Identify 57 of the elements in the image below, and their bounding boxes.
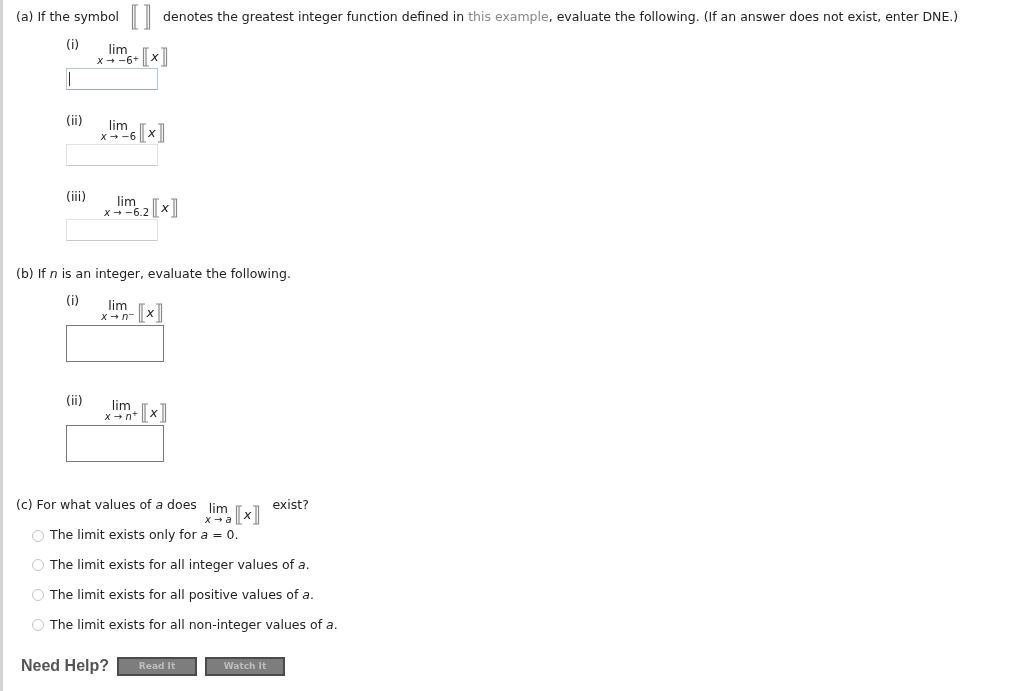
left-double-bracket-icon bbox=[141, 46, 150, 67]
answer-field[interactable] bbox=[66, 324, 164, 362]
limit-label: lim bbox=[108, 118, 128, 132]
right-double-bracket-icon bbox=[158, 402, 167, 423]
limit-subscript: x → −6.2 bbox=[104, 207, 150, 219]
question-text: denotes the greatest integer function defined in this example, evaluate the following. (If an answer does not exist, enter DNE.) bbox=[163, 7, 959, 26]
radio-button[interactable] bbox=[32, 618, 44, 631]
variable-x: x bbox=[146, 304, 155, 321]
limit-subscript: x → −6 bbox=[100, 132, 137, 143]
question-text: (c) For what values of a does bbox=[16, 495, 197, 514]
right-double-bracket-icon bbox=[155, 302, 164, 323]
option-text: The limit exists for all positive values of a. bbox=[50, 585, 314, 604]
right-double-bracket-icon bbox=[143, 4, 152, 30]
right-double-bracket-icon bbox=[159, 46, 168, 67]
variable-x: x bbox=[161, 200, 169, 217]
radio-button[interactable] bbox=[32, 529, 44, 542]
option-text: The limit exists for all non-integer values of a. bbox=[50, 615, 338, 634]
help-button[interactable]: Watch It bbox=[205, 656, 285, 676]
question-text: (b) If n is an integer, evaluate the following. bbox=[16, 265, 292, 284]
variable-x: x bbox=[150, 48, 159, 65]
item-label: (i) bbox=[66, 36, 80, 54]
radio-button[interactable] bbox=[32, 589, 44, 602]
limit-label: lim bbox=[111, 398, 131, 412]
left-double-bracket-icon bbox=[137, 302, 146, 323]
right-double-bracket-icon bbox=[252, 505, 261, 526]
help-button[interactable]: Read It bbox=[117, 656, 197, 676]
limit-label: lim bbox=[117, 194, 137, 208]
left-double-bracket-icon bbox=[234, 505, 243, 526]
question-text: (a) If the symbol bbox=[16, 7, 120, 26]
limit-subscript: x → n$^{+}$ bbox=[104, 412, 138, 423]
limit-label: lim bbox=[108, 43, 128, 57]
left-double-bracket-icon bbox=[152, 198, 161, 219]
item-label: (i) bbox=[66, 292, 80, 310]
question-text: exist? bbox=[272, 495, 309, 514]
answer-field[interactable] bbox=[66, 424, 164, 462]
right-double-bracket-icon bbox=[169, 198, 178, 219]
radio-button[interactable] bbox=[32, 559, 44, 572]
limit-subscript: x → a bbox=[204, 514, 232, 526]
limit-label: lim bbox=[108, 299, 128, 313]
variable-x: x bbox=[243, 507, 252, 524]
left-double-bracket-icon bbox=[141, 402, 149, 423]
right-double-bracket-icon bbox=[156, 122, 165, 143]
left-double-bracket-icon bbox=[139, 122, 148, 143]
limit-subscript: x → n$^{−}$ bbox=[101, 312, 135, 323]
option-text: The limit exists for all integer values of a. bbox=[50, 556, 310, 574]
item-label: (iii) bbox=[66, 187, 87, 206]
variable-x: x bbox=[150, 404, 158, 421]
help-label: Need Help? bbox=[21, 656, 109, 677]
answer-field[interactable] bbox=[66, 67, 158, 90]
left-double-bracket-icon bbox=[131, 4, 140, 30]
option-text: The limit exists only for a = 0. bbox=[50, 526, 239, 545]
limit-label: lim bbox=[208, 501, 228, 515]
variable-x: x bbox=[148, 124, 156, 141]
item-label: (ii) bbox=[66, 111, 83, 130]
example-link[interactable]: this example bbox=[468, 8, 549, 24]
limit-subscript: x → −6$^{+}$ bbox=[97, 56, 139, 67]
item-label: (ii) bbox=[66, 391, 83, 410]
